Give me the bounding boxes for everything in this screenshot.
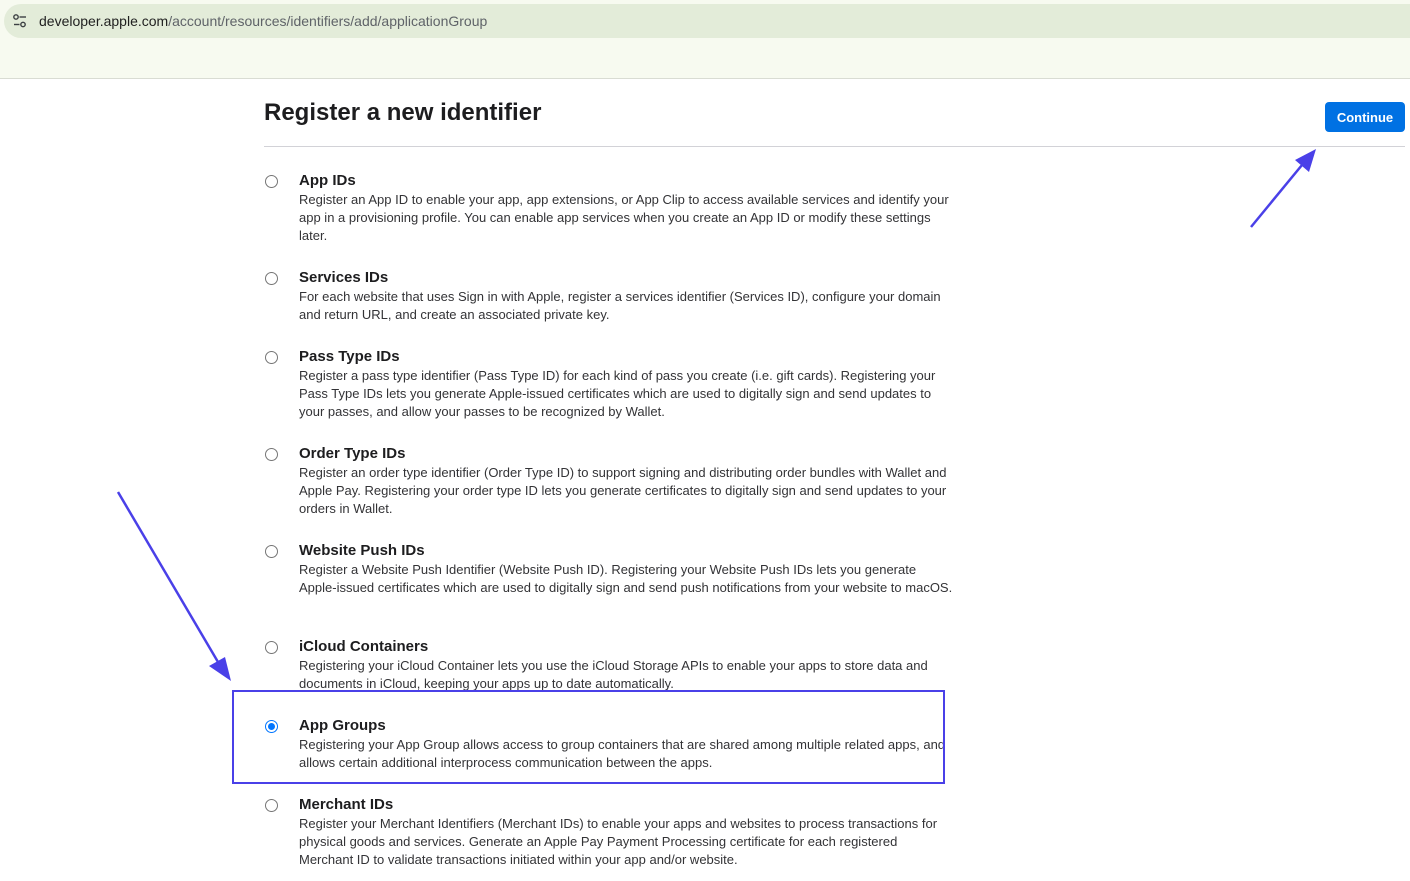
annotation-highlight-box [232, 690, 945, 784]
address-bar[interactable]: developer.apple.com/account/resources/id… [4, 4, 1410, 38]
annotation-arrow-to-app-groups [116, 491, 220, 663]
divider [264, 146, 1405, 147]
option-description: Register an App ID to enable your app, a… [299, 192, 949, 243]
option-title[interactable]: Order Type IDs [299, 445, 405, 462]
option-title[interactable]: iCloud Containers [299, 638, 428, 655]
radio-button[interactable] [265, 799, 278, 812]
option-description: Register a Website Push Identifier (Webs… [299, 562, 953, 595]
continue-button[interactable]: Continue [1325, 102, 1405, 132]
radio-button[interactable] [265, 175, 278, 188]
option-description: For each website that uses Sign in with … [299, 289, 941, 322]
url-host: developer.apple.com [39, 13, 169, 29]
option-title[interactable]: App IDs [299, 172, 356, 189]
page-title: Register a new identifier [264, 99, 542, 126]
option-title[interactable]: Services IDs [299, 269, 388, 286]
option-title[interactable]: Merchant IDs [299, 796, 393, 813]
option-description: Register your Merchant Identifiers (Merc… [299, 816, 938, 867]
radio-button[interactable] [265, 448, 278, 461]
arrowhead-icon [1295, 149, 1316, 172]
browser-toolbar: developer.apple.com/account/resources/id… [0, 0, 1410, 79]
radio-button[interactable] [265, 272, 278, 285]
option-description: Registering your iCloud Container lets y… [299, 658, 928, 691]
option-title[interactable]: Website Push IDs [299, 542, 425, 559]
radio-button[interactable] [265, 641, 278, 654]
url-text[interactable]: developer.apple.com/account/resources/id… [39, 13, 487, 29]
arrowhead-icon [209, 657, 231, 681]
option-description: Register an order type identifier (Order… [299, 465, 947, 516]
radio-button[interactable] [265, 351, 278, 364]
url-path: /account/resources/identifiers/add/appli… [168, 13, 488, 29]
annotation-arrow-to-continue [1250, 164, 1303, 228]
tune-icon[interactable] [11, 12, 29, 30]
option-description: Register a pass type identifier (Pass Ty… [299, 368, 936, 419]
radio-button[interactable] [265, 545, 278, 558]
option-title[interactable]: Pass Type IDs [299, 348, 400, 365]
